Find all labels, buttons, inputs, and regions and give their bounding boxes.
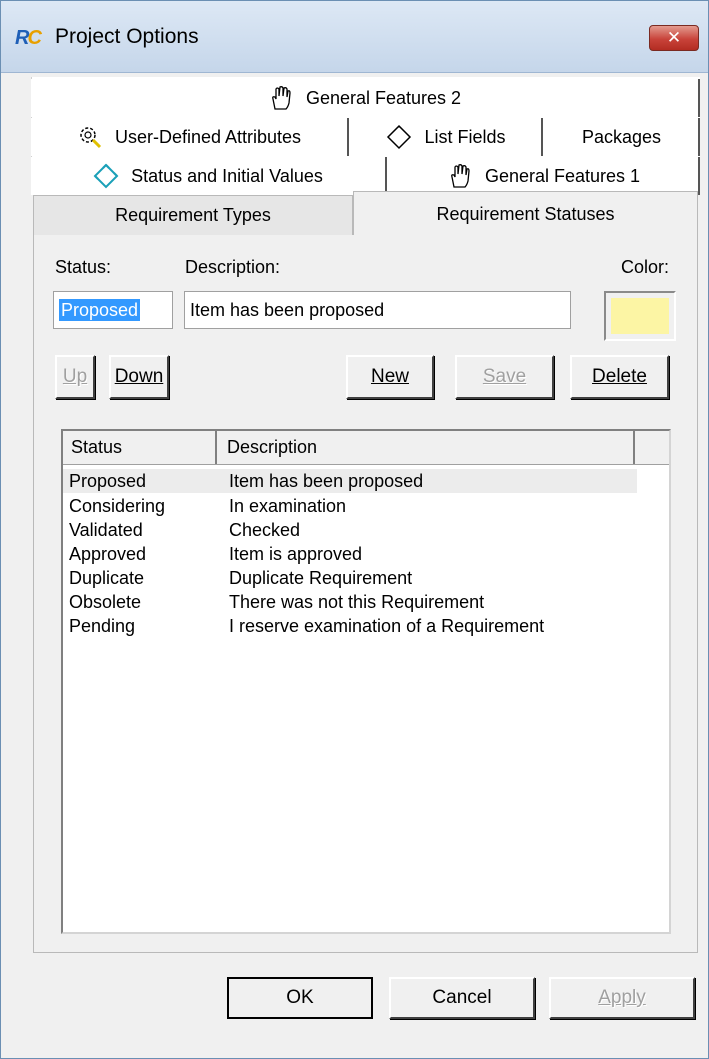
list-row-pending[interactable]: Pending I reserve examination of a Requi… [63,614,637,638]
tab-label: Status and Initial Values [131,165,323,186]
close-icon: ✕ [666,28,682,47]
delete-button[interactable]: Delete [570,355,669,399]
cancel-button-label: Cancel [432,987,492,1008]
description-label: Description: [185,257,281,277]
tab-label: User-Defined Attributes [114,126,302,147]
diamond-arrows-icon [93,163,119,189]
tab-requirement-statuses[interactable]: Requirement Statuses [353,191,698,237]
down-button-label: Down [114,366,164,387]
hand-icon [268,85,294,111]
row-status: Approved [69,544,147,564]
row-status: Considering [69,496,166,516]
description-input-value: Item has been proposed [190,300,385,320]
tab-label: Requirement Types [115,205,271,225]
hand-icon [447,163,473,189]
list-row-considering[interactable]: Considering In examination [63,494,637,518]
row-description: Checked [229,520,301,540]
tab-label: General Features 2 [305,87,462,108]
delete-button-label: Delete [592,366,647,387]
up-button-label: Up [62,366,88,387]
color-swatch [611,298,669,334]
ok-button-label: OK [286,987,314,1008]
tab-requirement-types[interactable]: Requirement Types [33,195,353,235]
project-options-window: RC Project Options ✕ General Features 2 … [0,0,709,1059]
save-button[interactable]: Save [455,355,554,399]
tab-label: General Features 1 [484,165,641,186]
tab-user-defined-attributes[interactable]: User-Defined Attributes [31,118,349,156]
row-status: Proposed [69,471,147,491]
status-input[interactable]: Proposed [53,291,173,329]
down-button[interactable]: Down [109,355,169,399]
list-header: Status Description [63,431,669,465]
new-button[interactable]: New [346,355,434,399]
up-button[interactable]: Up [55,355,95,399]
row-status: Validated [69,520,143,540]
tab-status-initial-values[interactable]: Status and Initial Values [31,157,387,195]
row-status: Pending [69,616,136,636]
close-button[interactable]: ✕ [649,25,699,51]
status-list[interactable]: Status Description Proposed Item has bee… [61,429,671,934]
title-bar[interactable]: RC Project Options ✕ [1,1,708,73]
apply-button[interactable]: Apply [549,977,695,1019]
tab-general-features-2[interactable]: General Features 2 [31,79,700,117]
tab-list-fields[interactable]: List Fields [351,118,543,156]
tab-label: Packages [581,126,662,147]
row-status: Obsolete [69,592,142,612]
tab-label: Requirement Statuses [436,204,615,224]
list-row-obsolete[interactable]: Obsolete There was not this Requirement [63,590,637,614]
ok-button[interactable]: OK [227,977,373,1019]
row-description: Item is approved [229,544,363,564]
apply-button-label: Apply [598,987,646,1008]
list-row-validated[interactable]: Validated Checked [63,518,637,542]
status-label: Status: [55,257,112,277]
tab-label: List Fields [424,126,506,147]
tab-packages[interactable]: Packages [545,118,700,156]
list-row-approved[interactable]: Approved Item is approved [63,542,637,566]
window-title: Project Options [55,25,199,48]
save-button-label: Save [482,366,527,387]
cancel-button[interactable]: Cancel [389,977,535,1019]
row-description: There was not this Requirement [229,592,485,612]
column-header-description[interactable]: Description [219,431,635,464]
status-input-value: Proposed [59,299,141,321]
diamond-icon [386,124,412,150]
rc-logo-icon: RC [15,27,42,49]
tab-general-features-1[interactable]: General Features 1 [389,157,700,195]
column-header-filler [637,431,669,464]
row-description: Item has been proposed [229,471,424,491]
description-input[interactable]: Item has been proposed [184,291,571,329]
row-description: In examination [229,496,347,516]
color-picker-button[interactable] [604,291,676,341]
gear-magnifier-icon [77,125,103,149]
column-header-status[interactable]: Status [63,431,217,464]
list-row-proposed[interactable]: Proposed Item has been proposed [63,469,637,493]
color-label: Color: [621,257,670,277]
list-row-duplicate[interactable]: Duplicate Duplicate Requirement [63,566,637,590]
row-description: Duplicate Requirement [229,568,413,588]
new-button-label: New [370,366,409,387]
row-description: I reserve examination of a Requirement [229,616,545,636]
row-status: Duplicate [69,568,145,588]
